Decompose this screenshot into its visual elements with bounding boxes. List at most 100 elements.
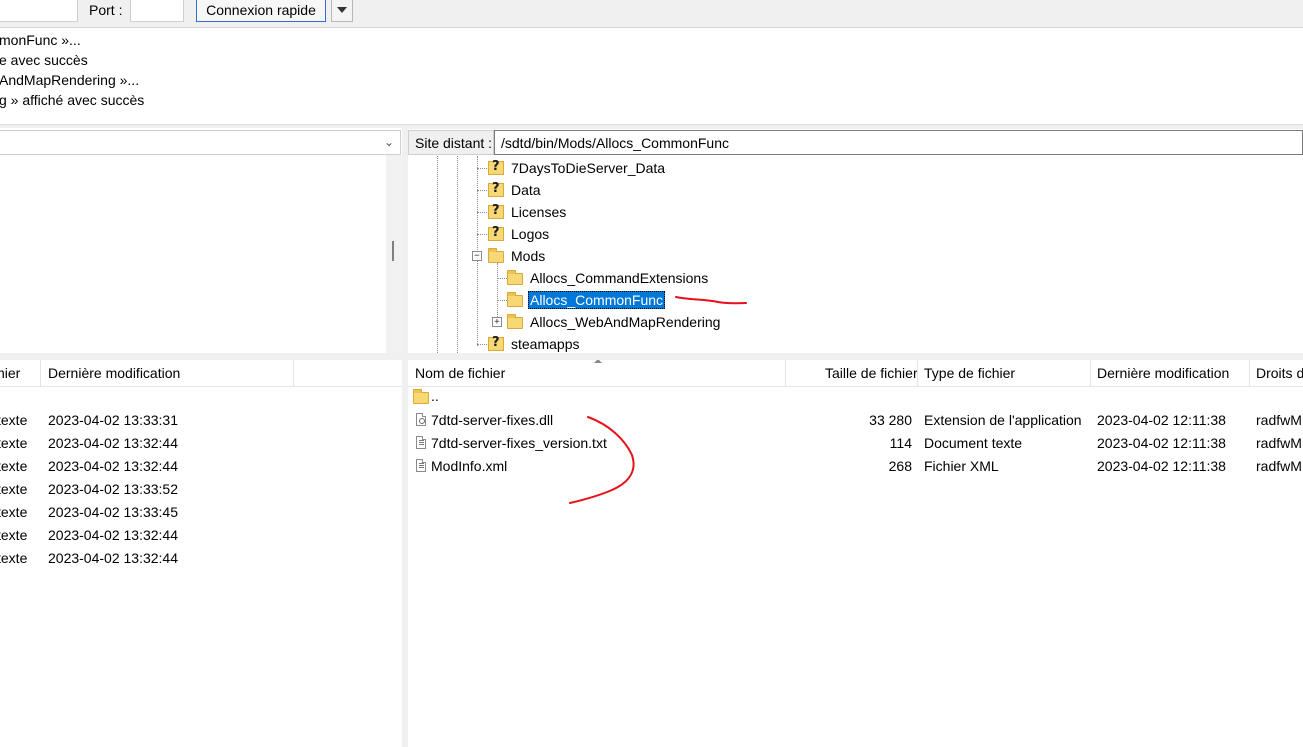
cell-modified: 2023-04-02 13:32:44 (48, 550, 178, 566)
local-tree-pane[interactable] (0, 128, 402, 354)
quickconnect-bar: Port : Connexion rapide (0, 0, 1303, 28)
column-header-modified[interactable]: Dernière modification (1097, 365, 1229, 381)
cell-modified: 2023-04-02 13:33:31 (48, 412, 178, 428)
quickconnect-button[interactable]: Connexion rapide (196, 0, 326, 22)
remote-site-label: Site distant : (408, 130, 494, 155)
column-header-type[interactable]: hier (0, 365, 20, 381)
port-input[interactable] (130, 0, 184, 22)
tree-item[interactable]: Licenses (488, 202, 568, 222)
cell-modified: 2023-04-02 13:32:44 (48, 527, 178, 543)
local-list-header: hier Dernière modification (0, 360, 402, 387)
expand-toggle[interactable]: + (492, 317, 502, 327)
collapse-toggle[interactable]: − (472, 251, 482, 261)
cell-type: texte (0, 550, 28, 566)
horizontal-splitter[interactable] (0, 353, 1303, 360)
cell-type: texte (0, 481, 28, 497)
cell-name: ModInfo.xml (431, 458, 508, 474)
question-folder-icon (488, 225, 504, 241)
tree-guide-line (477, 234, 487, 235)
cell-size: 268 (888, 458, 912, 474)
local-path-combobox[interactable]: ⌄ (0, 130, 401, 155)
chevron-down-icon[interactable]: ⌄ (384, 135, 394, 149)
text-file-icon (416, 459, 426, 472)
tree-item-label: Allocs_CommonFunc (528, 291, 666, 309)
column-header-modified[interactable]: Dernière modification (48, 365, 180, 381)
chevron-down-icon (337, 7, 347, 13)
tree-item[interactable]: Data (488, 180, 543, 200)
tree-guide-line (477, 168, 487, 169)
tree-item-selected[interactable]: Allocs_CommonFunc (507, 290, 666, 310)
cell-name: 7dtd-server-fixes.dll (431, 412, 554, 428)
tree-guide-line (477, 344, 487, 345)
cell-modified: 2023-04-02 13:32:44 (48, 458, 178, 474)
log-line: monFunc »... (0, 32, 81, 48)
message-log[interactable]: monFunc »... e avec succès AndMapRenderi… (0, 28, 1303, 124)
tree-item-mods[interactable]: Mods (488, 246, 547, 266)
tree-item-label: 7DaysToDieServer_Data (511, 160, 666, 176)
cell-type: texte (0, 458, 28, 474)
remote-tree-pane[interactable]: − + 7DaysToDieServer_Data Data Licenses … (408, 156, 1303, 353)
cell-type: texte (0, 504, 28, 520)
folder-icon (507, 292, 523, 307)
tree-item-label: steamapps (511, 336, 580, 352)
column-header-size[interactable]: Taille de fichier (825, 365, 918, 381)
cell-name: .. (431, 388, 439, 404)
tree-guide-line (457, 156, 458, 353)
cell-type: texte (0, 527, 28, 543)
tree-item[interactable]: Allocs_CommandExtensions (507, 268, 710, 288)
tree-guide-line (477, 212, 487, 213)
cell-name: 7dtd-server-fixes_version.txt (431, 435, 607, 451)
text-file-icon (416, 436, 426, 449)
folder-icon (507, 270, 523, 285)
tree-item-label: Allocs_WebAndMapRendering (530, 314, 721, 330)
column-header-permissions[interactable]: Droits d (1256, 365, 1303, 381)
tree-guide-line (477, 190, 487, 191)
port-label: Port : (89, 2, 123, 18)
column-header-name[interactable]: Nom de fichier (415, 365, 505, 381)
column-header-type[interactable]: Type de fichier (924, 365, 1015, 381)
question-folder-icon (488, 159, 504, 175)
tree-guide-line (437, 156, 438, 353)
column-divider[interactable] (917, 360, 918, 386)
column-divider[interactable] (1249, 360, 1250, 386)
column-divider[interactable] (293, 360, 294, 386)
remote-site-bar: Site distant : /sdtd/bin/Mods/Allocs_Com… (408, 130, 1303, 156)
tree-item-label: Data (511, 182, 541, 198)
cell-type: Extension de l'application (924, 412, 1082, 428)
column-divider[interactable] (40, 360, 41, 386)
cell-modified: 2023-04-02 13:33:52 (48, 481, 178, 497)
folder-icon (488, 248, 504, 263)
log-line: e avec succès (0, 52, 88, 68)
cell-modified: 2023-04-02 13:32:44 (48, 435, 178, 451)
scrollbar-thumb[interactable] (392, 241, 394, 261)
local-file-list[interactable]: hier Dernière modification texte 2023-04-… (0, 360, 402, 747)
tree-item[interactable]: 7DaysToDieServer_Data (488, 158, 667, 178)
log-line: AndMapRendering »... (0, 72, 140, 88)
cell-type: Fichier XML (924, 458, 999, 474)
dll-file-icon (416, 413, 426, 426)
quickconnect-password-input[interactable] (0, 0, 78, 22)
local-tree-scrollbar[interactable] (386, 155, 402, 354)
cell-size: 114 (889, 435, 912, 451)
cell-modified: 2023-04-02 12:11:38 (1097, 435, 1226, 451)
column-divider[interactable] (1090, 360, 1091, 386)
log-line: g » affiché avec succès (0, 92, 145, 108)
tree-item[interactable]: Logos (488, 224, 551, 244)
tree-item-label: Licenses (511, 204, 567, 220)
remote-file-list[interactable]: Nom de fichier Taille de fichier Type de… (408, 360, 1303, 747)
cell-type: Document texte (924, 435, 1023, 451)
cell-permissions: radfwM (1256, 458, 1302, 474)
quickconnect-history-dropdown[interactable] (331, 0, 353, 22)
cell-type: texte (0, 435, 28, 451)
remote-list-header: Nom de fichier Taille de fichier Type de… (408, 360, 1303, 387)
cell-modified: 2023-04-02 12:11:38 (1097, 412, 1226, 428)
tree-item[interactable]: Allocs_WebAndMapRendering (507, 312, 722, 332)
sort-ascending-icon (594, 360, 602, 363)
tree-item[interactable]: steamapps (488, 334, 581, 353)
question-folder-icon (488, 335, 504, 351)
column-divider[interactable] (785, 360, 786, 386)
remote-path-input[interactable]: /sdtd/bin/Mods/Allocs_CommonFunc (494, 130, 1303, 155)
tree-item-label: Mods (511, 248, 546, 264)
cell-permissions: radfwM (1256, 435, 1302, 451)
tree-item-label: Allocs_CommandExtensions (530, 270, 709, 286)
